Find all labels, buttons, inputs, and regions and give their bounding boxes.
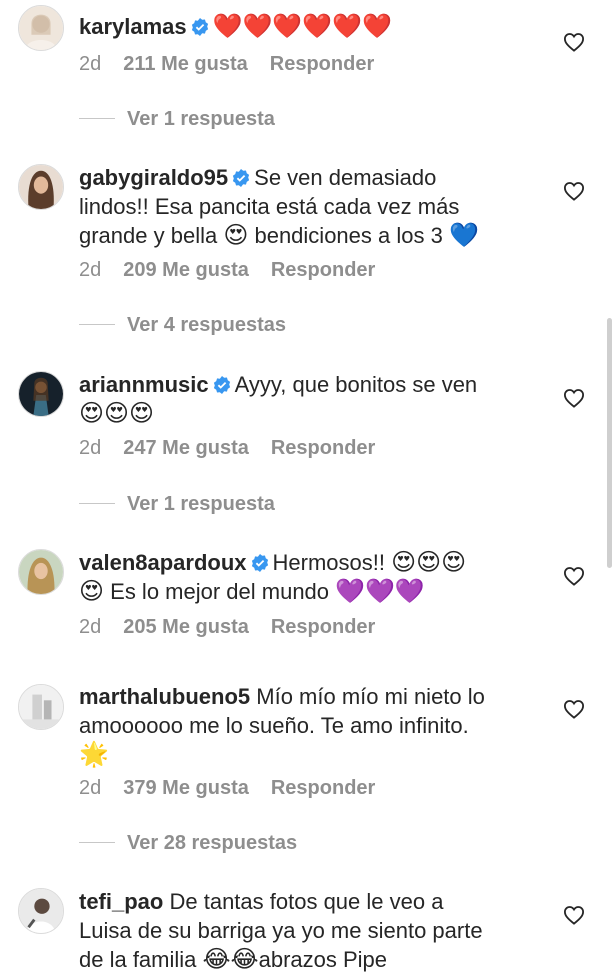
comment-text: Es lo mejor del mundo — [104, 579, 336, 604]
reply-button[interactable]: Responder — [271, 616, 375, 639]
reply-button[interactable]: Responder — [271, 437, 375, 460]
comment-text: abrazos Pipe — [258, 947, 388, 972]
comment-text: Ayyy, que bonitos se ven — [234, 372, 478, 397]
comment-body: karylamas ❤️❤️❤️❤️❤️❤️ — [79, 12, 539, 41]
comment-meta: 2d 205 Me gusta Responder — [79, 616, 539, 639]
comment-text: lindos!! Esa pancita está cada vez más — [79, 194, 460, 219]
heart-eyes-emoji: 😍 — [79, 577, 105, 605]
replies-divider — [79, 324, 115, 325]
likes-count[interactable]: 247 Me gusta — [123, 437, 249, 460]
comment-body: marthalubueno5 Mío mío mío mi nieto lo a… — [79, 682, 539, 769]
verified-badge-icon — [251, 554, 268, 572]
avatar[interactable] — [18, 684, 64, 730]
comments-list: karylamas ❤️❤️❤️❤️❤️❤️ 2d 211 Me gusta Resp… — [0, 0, 615, 980]
view-replies-button[interactable]: Ver 4 respuestas — [79, 314, 286, 338]
comment-time: 2d — [79, 437, 102, 459]
comment-text: bendiciones a los 3 — [248, 223, 449, 248]
heart-eyes-emoji: 😍😍😍 — [391, 548, 467, 576]
heart-outline-icon[interactable] — [563, 32, 585, 52]
verified-badge-icon — [191, 18, 208, 36]
comment-text: Hermosos!! — [272, 550, 392, 575]
view-replies-label: Ver 4 respuestas — [127, 314, 286, 336]
comment-body: ariannmusic Ayyy, que bonitos se ven 😍😍😍 — [79, 370, 539, 428]
avatar[interactable] — [18, 5, 64, 51]
view-replies-button[interactable]: Ver 1 respuesta — [79, 493, 275, 517]
comment-body: valen8apardoux Hermosos!! 😍😍😍 😍 Es lo mej… — [79, 548, 539, 606]
comment-text: de la familia — [79, 947, 203, 972]
avatar[interactable] — [18, 549, 64, 595]
comment-text: Luisa de su barriga ya yo me siento part… — [79, 918, 483, 943]
comment-body: gabygiraldo95 Se ven demasiado lindos!! E… — [79, 163, 539, 250]
verified-badge-icon — [233, 169, 250, 187]
blue-heart-emoji: 💙 — [448, 221, 479, 249]
laughing-emoji: 😂😂 — [202, 945, 259, 973]
comment-text: De tantas fotos que le veo a — [169, 889, 444, 914]
comment-meta: 2d 211 Me gusta Responder — [79, 53, 539, 76]
likes-count[interactable]: 379 Me gusta — [123, 777, 249, 800]
view-replies-label: Ver 28 respuestas — [127, 832, 298, 854]
purple-heart-emoji: 💜💜💜 — [335, 577, 425, 605]
comment-username[interactable]: gabygiraldo95 — [79, 165, 228, 190]
star-emoji: 🌟 — [79, 740, 109, 768]
comment-time: 2d — [79, 777, 102, 799]
likes-count[interactable]: 209 Me gusta — [123, 259, 249, 282]
comment-time: 2d — [79, 259, 102, 281]
replies-divider — [79, 503, 115, 504]
view-replies-button[interactable]: Ver 28 respuestas — [79, 832, 297, 856]
heart-outline-icon[interactable] — [563, 905, 585, 925]
likes-count[interactable]: 205 Me gusta — [123, 616, 249, 639]
comment-meta: 2d 209 Me gusta Responder — [79, 259, 539, 282]
heart-eyes-emoji: 😍 — [223, 221, 249, 249]
heart-outline-icon[interactable] — [563, 699, 585, 719]
avatar[interactable] — [18, 888, 64, 934]
comment-username[interactable]: tefi_pao — [79, 889, 163, 914]
reply-button[interactable]: Responder — [271, 259, 375, 282]
likes-count[interactable]: 211 Me gusta — [123, 53, 248, 76]
comment-emojis: ❤️❤️❤️❤️❤️❤️ — [212, 12, 392, 40]
heart-outline-icon[interactable] — [563, 566, 585, 586]
comment-text: Se ven demasiado — [254, 165, 437, 190]
comment-meta: 2d 379 Me gusta Responder — [79, 777, 539, 800]
avatar[interactable] — [18, 371, 64, 417]
reply-button[interactable]: Responder — [271, 777, 375, 800]
comment-username[interactable]: ariannmusic — [79, 372, 209, 397]
view-replies-button[interactable]: Ver 1 respuesta — [79, 108, 275, 132]
comment-meta: 2d 247 Me gusta Responder — [79, 437, 539, 460]
scrollbar[interactable] — [607, 318, 612, 568]
replies-divider — [79, 118, 115, 119]
comment-text: grande y bella — [79, 223, 224, 248]
comment-username[interactable]: valen8apardoux — [79, 550, 247, 575]
comment-username[interactable]: karylamas — [79, 14, 187, 39]
verified-badge-icon — [213, 376, 230, 394]
replies-divider — [79, 842, 115, 843]
comment-text: amoooooo me lo sueño. Te amo infinito. — [79, 713, 469, 738]
view-replies-label: Ver 1 respuesta — [127, 493, 275, 515]
avatar[interactable] — [18, 164, 64, 210]
heart-eyes-emoji: 😍😍😍 — [79, 399, 155, 427]
comment-time: 2d — [79, 53, 102, 75]
heart-outline-icon[interactable] — [563, 181, 585, 201]
comment-body: tefi_pao De tantas fotos que le veo a Lu… — [79, 887, 539, 974]
heart-outline-icon[interactable] — [563, 388, 585, 408]
comment-text: Mío mío mío mi nieto lo — [256, 684, 485, 709]
reply-button[interactable]: Responder — [270, 53, 374, 76]
comment-username[interactable]: marthalubueno5 — [79, 684, 250, 709]
comment-time: 2d — [79, 616, 102, 638]
view-replies-label: Ver 1 respuesta — [127, 108, 275, 130]
